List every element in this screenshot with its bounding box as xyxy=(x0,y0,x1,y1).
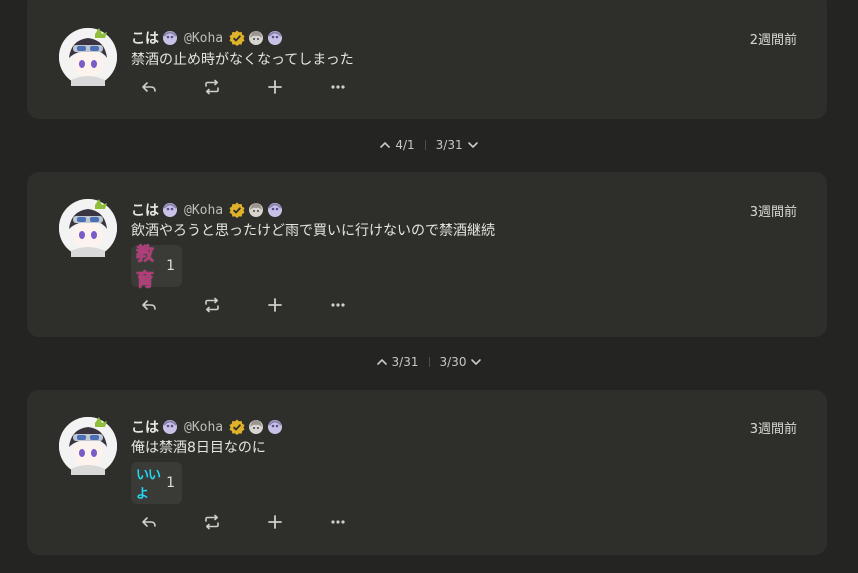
reaction-button[interactable]: 教育 1 xyxy=(131,244,182,291)
reply-icon xyxy=(142,300,156,310)
user-handle[interactable]: @Koha xyxy=(184,31,223,46)
plus-icon xyxy=(268,80,282,94)
plus-icon xyxy=(268,515,282,529)
more-button[interactable] xyxy=(328,295,348,315)
custom-emoji-icon xyxy=(267,30,283,46)
separator-next-date: 3/30 xyxy=(439,355,467,369)
note-timestamp[interactable]: 3週間前 xyxy=(750,418,797,437)
avatar[interactable] xyxy=(59,28,117,86)
verified-badge-icon xyxy=(229,419,245,435)
note-actions xyxy=(139,295,391,315)
reaction-count: 1 xyxy=(166,258,175,274)
note-header: こは @Koha 3週間前 xyxy=(131,417,797,437)
renote-button[interactable] xyxy=(202,77,222,97)
separator-divider xyxy=(424,140,426,150)
timeline: こは @Koha 2週間前 禁酒の止め時がなくなってしまった 4/1 3/31 … xyxy=(0,0,858,573)
note-card[interactable]: こは @Koha 2週間前 禁酒の止め時がなくなってしまった xyxy=(27,0,827,119)
reply-button[interactable] xyxy=(139,77,159,97)
separator-next-date: 3/31 xyxy=(435,138,463,152)
note-card[interactable]: こは @Koha 3週間前 俺は禁酒8日目なのに いいよ 1 xyxy=(27,390,827,555)
user-name[interactable]: こは xyxy=(131,200,159,220)
more-button[interactable] xyxy=(328,512,348,532)
note-text: 俺は禁酒8日目なのに xyxy=(131,440,266,456)
more-button[interactable] xyxy=(328,77,348,97)
repeat-icon xyxy=(205,514,219,530)
reply-icon xyxy=(142,82,156,92)
note-text: 飲酒やろうと思ったけど雨で買いに行けないので禁酒継続 xyxy=(131,223,495,239)
note-actions xyxy=(139,512,391,532)
react-button[interactable] xyxy=(265,512,285,532)
custom-emoji-icon xyxy=(162,30,178,46)
reaction-button[interactable]: いいよ 1 xyxy=(131,462,182,504)
separator-prev-date: 4/1 xyxy=(395,138,415,152)
custom-emoji-icon xyxy=(267,419,283,435)
note-card[interactable]: こは @Koha 3週間前 飲酒やろうと思ったけど雨で買いに行けないので禁酒継続… xyxy=(27,172,827,337)
user-handle[interactable]: @Koha xyxy=(184,203,223,218)
user-name[interactable]: こは xyxy=(131,417,159,437)
verified-badge-icon xyxy=(229,202,245,218)
custom-emoji-icon xyxy=(267,202,283,218)
reply-icon xyxy=(142,517,156,527)
user-handle[interactable]: @Koha xyxy=(184,420,223,435)
react-button[interactable] xyxy=(265,77,285,97)
react-button[interactable] xyxy=(265,295,285,315)
note-actions xyxy=(139,77,391,97)
chevron-down-icon xyxy=(467,142,478,148)
repeat-icon xyxy=(205,79,219,95)
chevron-up-icon xyxy=(380,142,391,148)
user-name[interactable]: こは xyxy=(131,28,159,48)
custom-emoji-icon xyxy=(248,202,264,218)
chevron-up-icon xyxy=(376,359,387,365)
more-icon xyxy=(331,303,345,307)
reaction-emoji: 教育 xyxy=(136,244,154,291)
date-separator: 4/1 3/31 xyxy=(0,135,858,155)
plus-icon xyxy=(268,298,282,312)
custom-emoji-icon xyxy=(162,202,178,218)
reply-button[interactable] xyxy=(139,295,159,315)
avatar[interactable] xyxy=(59,417,117,475)
more-icon xyxy=(331,520,345,524)
renote-button[interactable] xyxy=(202,512,222,532)
custom-emoji-icon xyxy=(162,419,178,435)
chevron-down-icon xyxy=(471,359,482,365)
separator-prev-date: 3/31 xyxy=(391,355,419,369)
repeat-icon xyxy=(205,297,219,313)
note-timestamp[interactable]: 2週間前 xyxy=(750,29,797,48)
separator-divider xyxy=(428,357,430,367)
reply-button[interactable] xyxy=(139,512,159,532)
custom-emoji-icon xyxy=(248,30,264,46)
avatar[interactable] xyxy=(59,199,117,257)
reaction-emoji: いいよ xyxy=(136,468,161,502)
note-header: こは @Koha 2週間前 xyxy=(131,28,797,48)
custom-emoji-icon xyxy=(248,419,264,435)
note-header: こは @Koha 3週間前 xyxy=(131,200,797,220)
note-timestamp[interactable]: 3週間前 xyxy=(750,201,797,220)
reaction-count: 1 xyxy=(166,475,175,491)
renote-button[interactable] xyxy=(202,295,222,315)
verified-badge-icon xyxy=(229,30,245,46)
date-separator: 3/31 3/30 xyxy=(0,352,858,372)
more-icon xyxy=(331,85,345,89)
note-text: 禁酒の止め時がなくなってしまった xyxy=(131,52,354,68)
